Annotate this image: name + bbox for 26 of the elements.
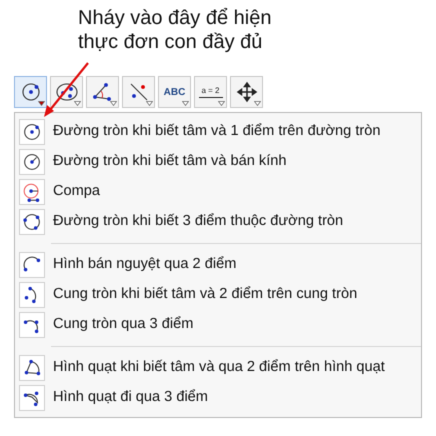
pointer-arrow [44,62,89,117]
caret-icon [146,101,153,106]
move-icon [234,80,258,104]
caret-icon [110,101,117,106]
tool-button[interactable]: ABC [158,76,191,108]
tool-button[interactable] [86,76,119,108]
tool-button[interactable] [50,76,83,108]
menu-item[interactable]: Hình quạt đi qua 3 điểm [53,387,208,409]
menu-item[interactable]: Cung tròn khi biết tâm và 2 điểm trên cung tròn [53,284,358,306]
caret-icon [182,101,189,106]
tool-button[interactable]: a = 2 [194,76,227,108]
caret-icon [218,101,225,106]
caret-icon [38,101,45,106]
menu-item[interactable]: Đường tròn khi biết 3 điểm thuộc đường tròn [53,211,344,233]
menu-item[interactable]: Compa [53,181,100,203]
menu-item[interactable]: Hình bán nguyệt qua 2 điểm [53,254,236,276]
tool-button[interactable] [230,76,263,108]
menu-item[interactable]: Cung tròn qua 3 điểm [53,314,194,336]
tool-button[interactable] [14,76,47,108]
menu-item[interactable]: Đường tròn khi biết tâm và 1 điểm trên đường tròn [53,121,380,143]
tool-button[interactable] [122,76,155,108]
menu-item[interactable]: Hình quạt khi biết tâm và qua 2 điểm trên hình quạt [53,357,385,379]
caret-icon [74,101,81,106]
menu-item[interactable]: Đường tròn khi biết tâm và bán kính [53,151,286,173]
annotation-text: Nháy vào đây để hiện thực đơn con đầy đủ [78,6,272,54]
caret-icon [254,101,261,106]
